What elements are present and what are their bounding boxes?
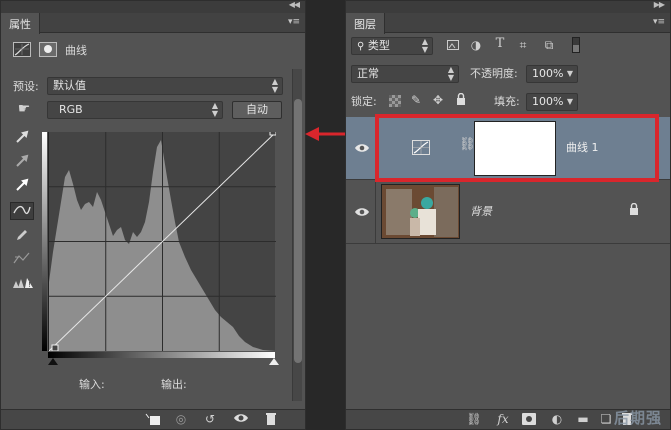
lock-transparent-pixels-icon[interactable] [389, 95, 401, 107]
layer-style-fx-icon[interactable]: fx [494, 412, 512, 426]
filter-smart-object-icon[interactable]: ⧉ [542, 38, 556, 52]
properties-bottom-bar: ◎ ↺ [1, 409, 305, 429]
filter-shape-icon[interactable]: ⌗ [516, 38, 530, 52]
visibility-eye-icon[interactable] [354, 141, 370, 155]
black-point-eyedropper-icon[interactable] [13, 130, 31, 147]
smooth-curve-icon[interactable] [11, 251, 33, 268]
layers-tab-bar: 图层 ▾≡ [346, 13, 670, 34]
panel-menu-icon[interactable]: ▾≡ [653, 17, 665, 27]
hand-tool-icon[interactable]: ☛ [12, 102, 36, 118]
annotation-highlight-box [375, 114, 659, 182]
blend-mode-value: 正常 [357, 67, 379, 80]
dropdown-arrow-icon[interactable]: ▼ [567, 98, 573, 106]
layer-row-background[interactable]: 背景 [346, 181, 670, 244]
channel-select[interactable]: RGB ▲ ▼ [47, 101, 223, 119]
clip-to-layer-icon[interactable] [144, 412, 162, 429]
layer-mask-icon[interactable] [39, 42, 57, 57]
new-group-folder-icon[interactable]: ▬ [575, 412, 591, 426]
input-label: 输入: [79, 378, 105, 391]
layer-filter-value: 类型 [367, 39, 390, 52]
adjustment-title: 曲线 [65, 44, 87, 57]
curves-histogram [49, 132, 276, 351]
opacity-value: 100% [532, 67, 564, 80]
lock-icon [628, 202, 640, 218]
input-gradient-bar [48, 352, 275, 358]
preset-value: 默认值 [53, 79, 86, 92]
preset-select[interactable]: 默认值 ▲ ▼ [47, 77, 283, 95]
panel-top-strip: ◀◀ [1, 0, 305, 13]
curves-graph[interactable] [48, 132, 276, 351]
layer-filter-select[interactable]: ⚲ 类型 ▲ ▼ [351, 37, 433, 55]
properties-panel: ◀◀ 属性 ▾≡ 曲线 预设: 默认值 ▲ ▼ ☛ RGB ▲ ▼ 自动 ! 输… [0, 0, 306, 430]
scroll-thumb[interactable] [294, 99, 302, 363]
updown-icon: ▲ ▼ [421, 37, 428, 54]
preset-label: 预设: [13, 80, 39, 93]
curves-adjustment-icon [13, 42, 31, 57]
updown-icon: ▲ ▼ [211, 101, 218, 118]
panel-menu-icon[interactable]: ▾≡ [288, 17, 300, 27]
layers-bottom-bar: ⛓ fx ◐ ▬ ❏ 后期强 [346, 409, 670, 429]
opacity-input[interactable]: 100% ▼ [526, 65, 578, 83]
tab-properties[interactable]: 属性 [1, 13, 40, 34]
collapse-icon[interactable]: ▶▶ [654, 0, 665, 9]
collapse-icon[interactable]: ◀◀ [289, 0, 300, 9]
add-mask-icon[interactable] [522, 413, 536, 425]
fill-input[interactable]: 100% ▼ [526, 93, 578, 111]
blend-mode-select[interactable]: 正常 ▲ ▼ [351, 65, 459, 83]
reset-icon[interactable]: ↺ [201, 412, 219, 426]
view-previous-state-icon[interactable]: ◎ [171, 412, 191, 426]
black-slider-handle[interactable] [48, 358, 58, 365]
properties-scrollbar[interactable] [292, 69, 302, 401]
visibility-column [346, 117, 376, 179]
filter-type-icon[interactable]: T [493, 37, 507, 51]
lock-image-pixels-icon[interactable]: ✎ [409, 93, 423, 107]
fill-label: 填充: [494, 95, 520, 108]
panel-top-strip: ▶▶ [346, 0, 670, 13]
fill-value: 100% [532, 95, 564, 108]
channel-value: RGB [59, 103, 83, 116]
white-point-eyedropper-icon[interactable] [13, 178, 31, 195]
delete-trash-icon[interactable] [263, 412, 279, 428]
filter-toggle-switch[interactable] [572, 37, 580, 53]
output-gradient-bar [42, 132, 47, 351]
lock-position-icon[interactable]: ✥ [431, 93, 445, 107]
visibility-eye-icon[interactable] [231, 412, 251, 427]
curve-white-point [269, 132, 276, 136]
visibility-column [346, 181, 376, 243]
search-icon: ⚲ [357, 41, 365, 52]
auto-button[interactable]: 自动 [232, 101, 282, 119]
layers-panel: ▶▶ 图层 ▾≡ ⚲ 类型 ▲ ▼ ◑ T ⌗ ⧉ 正常 ▲ ▼ 不透明度: 100… [345, 0, 671, 430]
tab-layers[interactable]: 图层 [346, 13, 385, 34]
watermark-logo: 后期强 [613, 409, 662, 427]
output-label: 输出: [161, 378, 187, 391]
opacity-label: 不透明度: [470, 67, 518, 80]
white-slider-handle[interactable] [269, 358, 279, 365]
updown-icon: ▲ ▼ [447, 65, 454, 82]
lock-all-icon[interactable] [454, 92, 468, 108]
curve-black-point [51, 344, 59, 351]
updown-icon: ▲ ▼ [271, 77, 278, 94]
filter-adjustment-icon[interactable]: ◑ [469, 38, 483, 52]
clipping-warning-icon[interactable]: ! [11, 276, 35, 293]
layer-image-thumbnail[interactable] [381, 184, 460, 239]
lock-label: 锁定: [351, 95, 377, 108]
dropdown-arrow-icon[interactable]: ▼ [567, 70, 573, 78]
curve-point-tool-icon[interactable] [10, 202, 34, 220]
visibility-eye-icon[interactable] [354, 205, 370, 219]
new-adjustment-layer-icon[interactable]: ◐ [549, 412, 565, 426]
filter-pixel-icon[interactable] [446, 39, 460, 53]
properties-tab-bar: 属性 ▾≡ [1, 13, 305, 34]
gray-point-eyedropper-icon[interactable] [13, 154, 31, 171]
pencil-tool-icon[interactable] [13, 228, 31, 245]
new-layer-icon[interactable]: ❏ [599, 412, 613, 426]
layer-name[interactable]: 背景 [470, 205, 492, 219]
link-layers-icon[interactable]: ⛓ [466, 412, 482, 426]
svg-text:!: ! [28, 281, 31, 289]
